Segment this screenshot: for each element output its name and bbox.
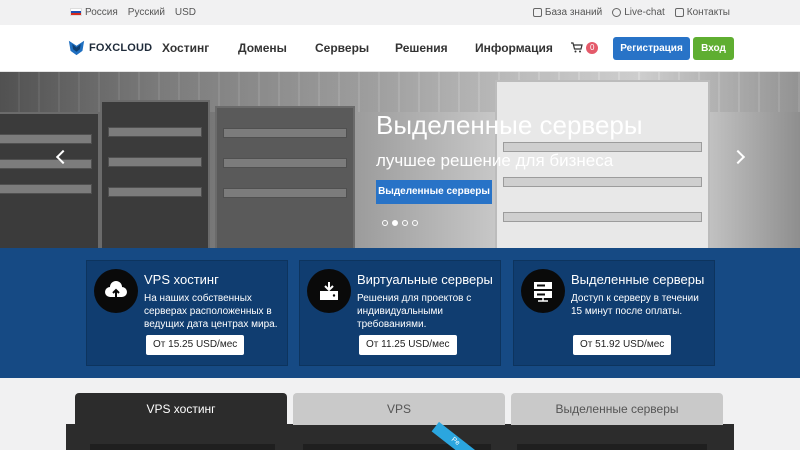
server-rack-image	[100, 100, 210, 248]
envelope-icon	[674, 8, 684, 17]
country-selector[interactable]: Россия	[70, 7, 118, 18]
live-chat-link[interactable]: Live-chat	[612, 7, 665, 18]
slider-dot[interactable]	[382, 220, 388, 226]
slider-dot[interactable]	[412, 220, 418, 226]
server-rack-image	[0, 112, 100, 248]
tab-vps-hosting[interactable]: VPS хостинг	[75, 393, 287, 425]
chat-icon	[612, 8, 622, 17]
tab-dedicated-servers[interactable]: Выделенные серверы	[511, 393, 723, 425]
nav-hosting[interactable]: Хостинг	[162, 41, 209, 55]
service-title: VPS хостинг	[144, 272, 219, 287]
main-header: FOXCLOUD Хостинг Домены Серверы Решения …	[0, 25, 800, 72]
currency-selector[interactable]: USD	[175, 7, 196, 18]
service-title: Виртуальные серверы	[357, 272, 493, 287]
live-chat-label: Live-chat	[624, 7, 665, 18]
service-card-dedicated-servers[interactable]: Выделенные серверы Доступ к серверу в те…	[513, 260, 715, 366]
nav-servers[interactable]: Серверы	[315, 41, 369, 55]
cloud-upload-icon	[94, 269, 138, 313]
service-description: На наших собственных серверах расположен…	[144, 293, 278, 330]
language-selector[interactable]: Русский	[128, 7, 165, 18]
country-label: Россия	[85, 7, 118, 18]
service-price-button[interactable]: От 11.25 USD/мес	[359, 335, 457, 355]
top-bar: Россия Русский USD База знаний Live-chat…	[0, 0, 800, 25]
service-card-vps-hosting[interactable]: VPS хостинг На наших собственных сервера…	[86, 260, 288, 366]
hero-title: Выделенные серверы	[376, 110, 643, 140]
tab-vps[interactable]: VPS	[293, 393, 505, 425]
plan-card	[517, 444, 707, 450]
server-rack-image	[215, 106, 355, 248]
slider-dot[interactable]	[402, 220, 408, 226]
hero-subtitle: лучшее решение для бизнеса	[376, 151, 614, 170]
knowledge-base-link[interactable]: База знаний	[532, 7, 603, 18]
server-rack-icon	[521, 269, 565, 313]
logo-text: FOXCLOUD	[89, 41, 153, 54]
slider-dots	[382, 220, 418, 226]
service-description: Решения для проектов с индивидуальными т…	[357, 293, 472, 330]
service-description: Доступ к серверу в течении 15 минут посл…	[571, 293, 699, 317]
services-band: VPS хостинг На наших собственных сервера…	[0, 248, 800, 378]
service-price-button[interactable]: От 15.25 USD/мес	[146, 335, 245, 355]
russia-flag-icon	[70, 8, 82, 17]
register-button[interactable]: Регистрация	[613, 37, 690, 60]
product-tabs-section: VPS хостинг VPS Выделенные серверы Pe	[0, 378, 800, 450]
server-box-icon	[307, 269, 351, 313]
cart-icon[interactable]	[571, 42, 583, 56]
cart-count-badge: 0	[586, 42, 599, 54]
service-card-virtual-servers[interactable]: Виртуальные серверы Решения для проектов…	[299, 260, 501, 366]
plan-card	[90, 444, 275, 450]
service-title: Выделенные серверы	[571, 272, 705, 287]
knowledge-base-label: База знаний	[544, 7, 603, 18]
logo[interactable]: FOXCLOUD	[68, 39, 152, 56]
contacts-label: Контакты	[686, 7, 730, 18]
login-button[interactable]: Вход	[693, 37, 734, 60]
nav-information[interactable]: Информация	[475, 41, 553, 55]
nav-solutions[interactable]: Решения	[395, 41, 448, 55]
slider-dot-active[interactable]	[392, 220, 398, 226]
hero-slider: Выделенные серверы лучшее решение для би…	[0, 72, 800, 248]
service-price-button[interactable]: От 51.92 USD/мес	[573, 335, 672, 355]
slider-next-icon[interactable]	[730, 149, 746, 165]
contacts-link[interactable]: Контакты	[674, 7, 730, 18]
nav-domains[interactable]: Домены	[238, 41, 287, 55]
book-icon	[532, 8, 542, 17]
hero-cta-button[interactable]: Выделенные серверы	[376, 180, 492, 204]
fox-logo-icon	[68, 40, 85, 56]
